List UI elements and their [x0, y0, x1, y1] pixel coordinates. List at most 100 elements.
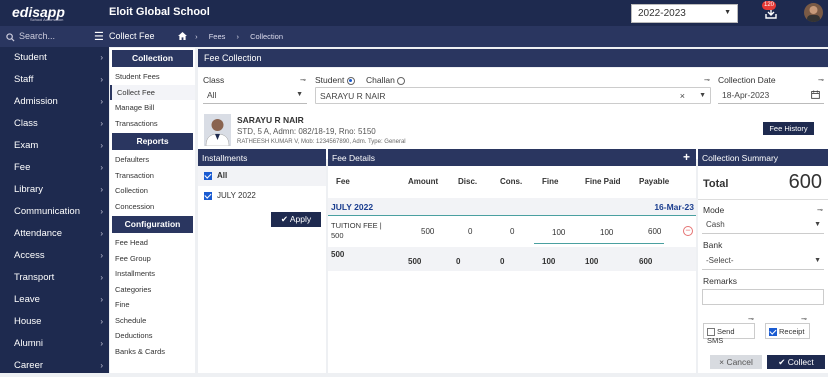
collect-button[interactable]: ✔ Collect: [767, 355, 825, 369]
sidebar-search[interactable]: Search...: [4, 30, 104, 44]
check-icon: ✔: [280, 214, 288, 224]
sidebar-item-alumni[interactable]: Alumni ›: [0, 333, 109, 355]
pin-icon[interactable]: ⊸: [818, 76, 824, 84]
chevron-right-icon: ›: [100, 97, 103, 106]
clear-icon[interactable]: ×: [680, 91, 685, 101]
academic-year-select[interactable]: 2022-2023 ▼: [631, 4, 738, 23]
pin-icon[interactable]: ⊸: [704, 76, 710, 84]
apply-button[interactable]: ✔ Apply: [271, 212, 321, 227]
subnav-manage-bill[interactable]: Manage Bill: [110, 100, 195, 116]
installment-row[interactable]: JULY 2022: [198, 186, 326, 206]
subnav-transactions[interactable]: Transactions: [110, 116, 195, 132]
subnav-collection[interactable]: Collection: [110, 183, 195, 199]
sidebar-item-transport[interactable]: Transport ›: [0, 267, 109, 289]
fee-fine-input[interactable]: 100: [552, 228, 565, 237]
student-radio-button[interactable]: [346, 76, 355, 85]
sidebar-item-house[interactable]: House ›: [0, 311, 109, 333]
hamburger-menu-icon[interactable]: ☰: [94, 30, 104, 43]
sidebar-item-label: Staff: [14, 74, 34, 85]
breadcrumb-separator: ›: [236, 32, 239, 41]
sidebar-item-library[interactable]: Library ›: [0, 179, 109, 201]
checkbox-checked[interactable]: [204, 191, 212, 200]
remove-icon[interactable]: −: [683, 226, 693, 236]
class-select[interactable]: All ▼: [203, 87, 307, 104]
checkbox-checked[interactable]: [769, 328, 777, 337]
fee-history-button[interactable]: Fee History: [763, 122, 814, 135]
sidebar-item-label: Exam: [14, 140, 39, 151]
fee-fine-paid-input[interactable]: 100: [600, 228, 613, 237]
page-title: Collect Fee: [109, 31, 155, 41]
search-input[interactable]: Search...: [19, 31, 55, 41]
sidebar-item-leave[interactable]: Leave ›: [0, 289, 109, 311]
subnav-collect-fee[interactable]: Collect Fee: [110, 84, 195, 100]
main-content: Fee Collection Class ⊸ All ▼ Student Cha…: [198, 49, 828, 373]
sidebar-item-label: Alumni: [14, 338, 44, 349]
sidebar-item-label: Class: [14, 118, 38, 129]
cancel-button[interactable]: × Cancel: [710, 355, 762, 369]
caret-down-icon[interactable]: ▼: [699, 92, 706, 99]
mode-select[interactable]: Cash ▼: [702, 217, 824, 234]
collection-date-label: Collection Date: [718, 75, 776, 85]
caret-down-icon: ▼: [814, 257, 821, 264]
challan-radio[interactable]: Challan: [366, 75, 406, 85]
checkbox-unchecked[interactable]: [707, 328, 715, 337]
pin-icon[interactable]: ⊸: [748, 315, 754, 323]
subnav-installments[interactable]: Installments: [110, 266, 195, 282]
sidebar-item-label: Leave: [14, 294, 40, 305]
sidebar-item-admission[interactable]: Admission ›: [0, 91, 109, 113]
add-icon[interactable]: +: [683, 150, 690, 164]
sidebar-item-attendance[interactable]: Attendance ›: [0, 223, 109, 245]
chevron-right-icon: ›: [100, 163, 103, 172]
fee-amount: 500: [421, 227, 435, 236]
receipt-toggle[interactable]: Receipt: [765, 323, 810, 339]
installment-label: JULY 2022: [217, 191, 256, 200]
subnav-fine[interactable]: Fine: [110, 297, 195, 313]
pin-icon[interactable]: ⊸: [300, 76, 306, 84]
sidebar-item-staff[interactable]: Staff ›: [0, 69, 109, 91]
calendar-icon[interactable]: [811, 90, 820, 99]
user-avatar[interactable]: [804, 3, 823, 22]
group-title: JULY 2022: [331, 202, 374, 212]
subnav-schedule[interactable]: Schedule: [110, 313, 195, 329]
fee-payable: 600: [648, 227, 662, 236]
group-date: 16-Mar-23: [654, 202, 694, 212]
collection-date-field[interactable]: 18-Apr-2023: [718, 87, 824, 104]
remarks-input[interactable]: [702, 289, 824, 305]
send-sms-toggle[interactable]: Send SMS: [703, 323, 755, 345]
subnav-concession[interactable]: Concession: [110, 199, 195, 215]
student-search-select[interactable]: SARAYU R NAIR × ▼: [315, 87, 711, 104]
subnav-student-fees[interactable]: Student Fees: [110, 69, 195, 85]
sidebar-item-career[interactable]: Career ›: [0, 355, 109, 377]
sidebar-item-fee[interactable]: Fee ›: [0, 157, 109, 179]
sidebar-item-class[interactable]: Class ›: [0, 113, 109, 135]
subnav-deductions[interactable]: Deductions: [110, 328, 195, 344]
subnav-fee-head[interactable]: Fee Head: [110, 235, 195, 251]
sidebar-item-access[interactable]: Access ›: [0, 245, 109, 267]
subnav-head-collection: Collection: [112, 50, 193, 67]
sidebar-item-exam[interactable]: Exam ›: [0, 135, 109, 157]
student-radio[interactable]: Student: [315, 75, 355, 85]
breadcrumb-fees[interactable]: Fees: [209, 32, 226, 41]
total-fine: 100: [542, 257, 556, 266]
fee-subnav: Collection Student Fees Collect Fee Mana…: [110, 48, 195, 373]
pin-icon[interactable]: ⊸: [801, 315, 807, 323]
challan-radio-button[interactable]: [397, 76, 406, 85]
subnav-banks-cards[interactable]: Banks & Cards: [110, 344, 195, 360]
search-icon: [6, 33, 15, 42]
installments-header: Installments: [198, 149, 326, 166]
top-bar: edisapp School Automation Eloit Global S…: [0, 0, 828, 26]
home-icon[interactable]: [178, 32, 187, 40]
breadcrumb: › Fees › Collection: [178, 32, 292, 41]
bank-select[interactable]: -Select- ▼: [702, 253, 824, 270]
fee-collection-header: Fee Collection: [198, 49, 828, 67]
checkbox-checked[interactable]: [204, 171, 212, 180]
subnav-categories[interactable]: Categories: [110, 282, 195, 298]
subnav-transaction[interactable]: Transaction: [110, 168, 195, 184]
notification-badge: 120: [762, 1, 777, 10]
pin-icon[interactable]: ⊸: [817, 206, 823, 214]
sidebar-item-student[interactable]: Student ›: [0, 47, 109, 69]
subnav-defaulters[interactable]: Defaulters: [110, 152, 195, 168]
installment-all-row[interactable]: All: [198, 166, 326, 186]
sidebar-item-communication[interactable]: Communication ›: [0, 201, 109, 223]
subnav-fee-group[interactable]: Fee Group: [110, 251, 195, 267]
